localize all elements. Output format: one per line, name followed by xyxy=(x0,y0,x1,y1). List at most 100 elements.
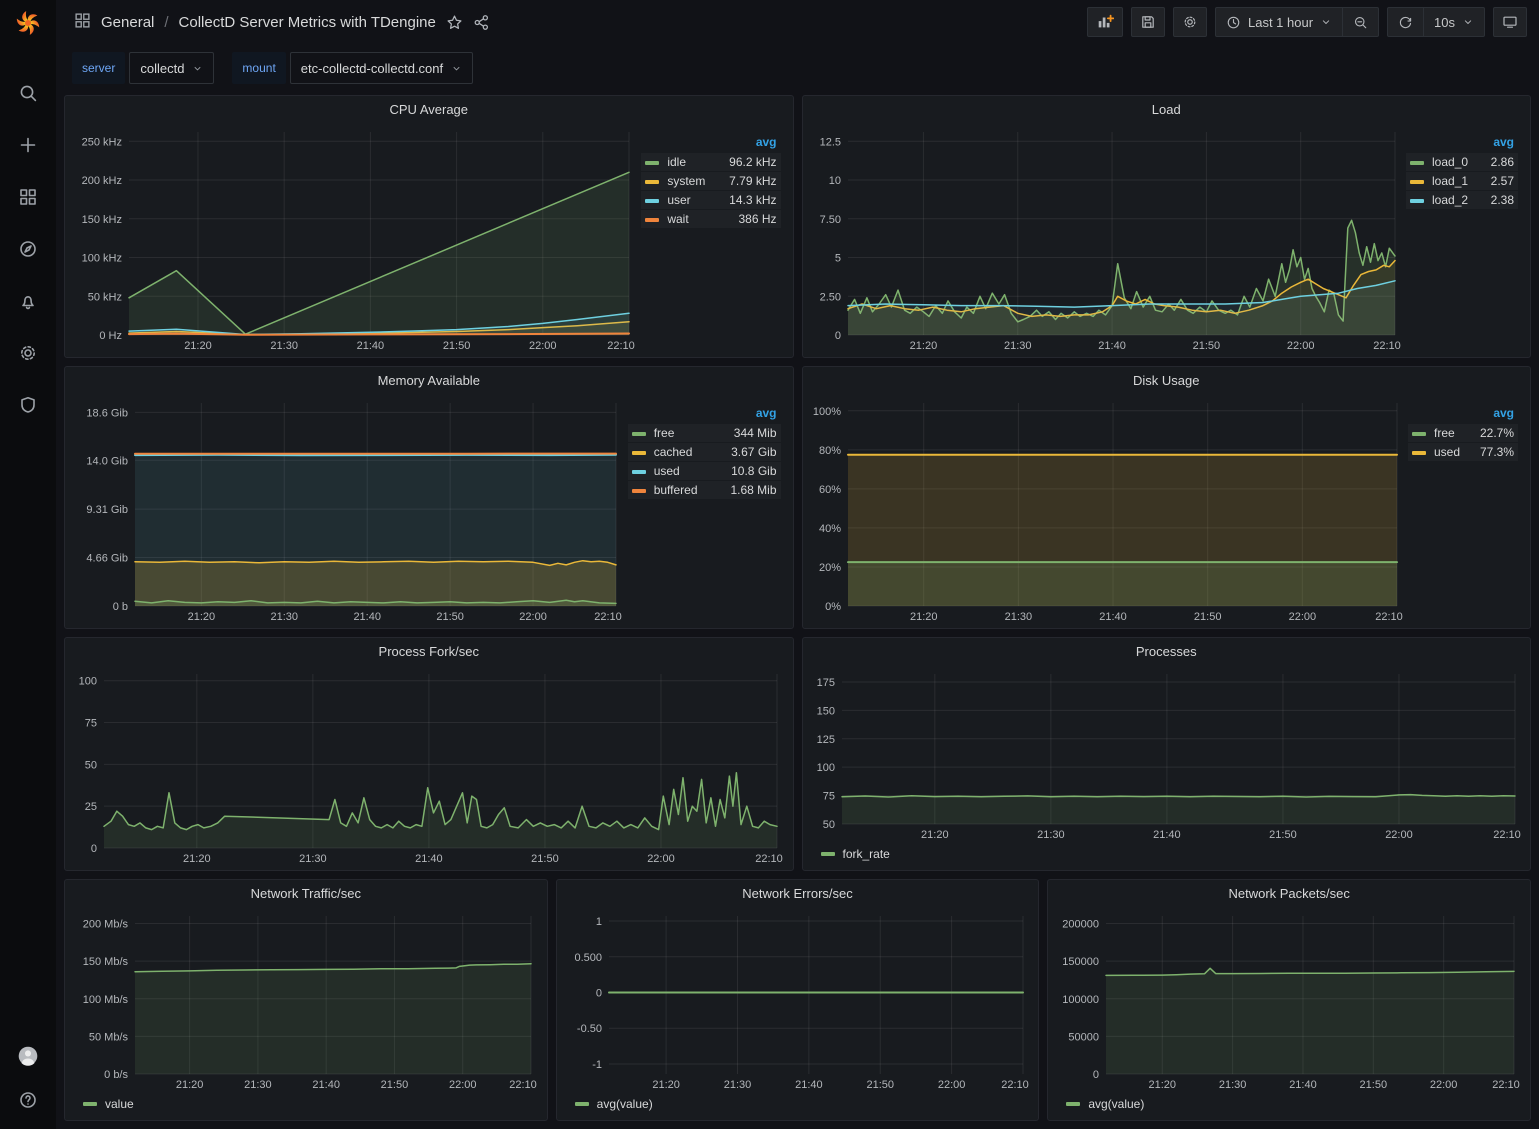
chart-plot[interactable]: 100755025021:2021:3021:4021:5022:0022:10 xyxy=(71,666,787,868)
legend-series-name[interactable]: idle xyxy=(667,155,686,169)
panel-title[interactable]: Load xyxy=(803,96,1531,124)
legend-item[interactable]: value xyxy=(83,1097,134,1111)
sidebar-item-explore[interactable] xyxy=(17,238,39,260)
legend-series-name[interactable]: used xyxy=(1434,445,1460,459)
legend-item[interactable]: used10.8 Gib xyxy=(628,462,781,480)
legend-name-cell[interactable]: free xyxy=(1408,424,1471,442)
chart-area[interactable]: 12.5107.5052.50021:2021:3021:4021:5022:0… xyxy=(809,124,1405,355)
legend-avg-header[interactable]: avg xyxy=(718,135,780,152)
legend-name-cell[interactable]: wait xyxy=(641,210,718,228)
legend-item[interactable]: avg(value) xyxy=(575,1097,653,1111)
chart-plot[interactable]: 250 kHz200 kHz150 kHz100 kHz50 kHz0 Hz21… xyxy=(71,124,639,355)
legend-name-cell[interactable]: buffered xyxy=(628,481,716,499)
legend-name-cell[interactable]: system xyxy=(641,172,718,190)
legend-name-cell[interactable]: free xyxy=(628,424,716,442)
legend-item[interactable]: wait386 Hz xyxy=(641,210,780,228)
chart-plot[interactable]: 175150125100755021:2021:3021:4021:5022:0… xyxy=(809,666,1525,844)
chart-area[interactable]: 175150125100755021:2021:3021:4021:5022:0… xyxy=(809,666,1525,844)
zoom-out-time-button[interactable] xyxy=(1342,8,1378,36)
chart-plot[interactable]: 200 Mb/s150 Mb/s100 Mb/s50 Mb/s0 b/s21:2… xyxy=(71,908,541,1094)
legend-item[interactable]: buffered1.68 Mib xyxy=(628,481,781,499)
page-title[interactable]: CollectD Server Metrics with TDengine xyxy=(179,14,436,31)
sidebar-item-help[interactable] xyxy=(17,1089,39,1111)
legend-name-cell[interactable]: cached xyxy=(628,443,716,461)
chart-plot[interactable]: 10.5000-0.50-121:2021:3021:4021:5022:002… xyxy=(563,908,1033,1094)
legend-series-name[interactable]: avg(value) xyxy=(1088,1097,1144,1111)
panel-title[interactable]: Network Errors/sec xyxy=(557,880,1039,908)
refresh-button[interactable] xyxy=(1388,8,1423,36)
legend-item[interactable]: user14.3 kHz xyxy=(641,191,780,209)
chart-area[interactable]: 100755025021:2021:3021:4021:5022:0022:10 xyxy=(71,666,787,868)
legend-item[interactable]: load_22.38 xyxy=(1406,191,1518,209)
variable-server-value[interactable]: collectd xyxy=(129,52,214,84)
add-panel-button[interactable] xyxy=(1087,7,1123,37)
variable-mount-value[interactable]: etc-collectd-collectd.conf xyxy=(290,52,473,84)
chart-plot[interactable]: 12.5107.5052.50021:2021:3021:4021:5022:0… xyxy=(809,124,1405,355)
legend-series-name[interactable]: fork_rate xyxy=(843,847,890,861)
panel-title[interactable]: Process Fork/sec xyxy=(65,638,793,666)
legend-series-name[interactable]: cached xyxy=(654,445,693,459)
legend-item[interactable]: avg(value) xyxy=(1066,1097,1144,1111)
breadcrumb-folder[interactable]: General xyxy=(101,14,154,31)
legend-series-name[interactable]: user xyxy=(667,193,690,207)
legend-series-name[interactable]: load_0 xyxy=(1432,155,1468,169)
legend-item[interactable]: load_02.86 xyxy=(1406,153,1518,171)
chart-plot[interactable]: 18.6 Gib14.0 Gib9.31 Gib4.66 Gib0 b21:20… xyxy=(71,395,626,626)
legend-name-cell[interactable]: idle xyxy=(641,153,718,171)
dashboard-settings-button[interactable] xyxy=(1173,7,1207,37)
legend-series-name[interactable]: value xyxy=(105,1097,134,1111)
legend-item[interactable]: cached3.67 Gib xyxy=(628,443,781,461)
sidebar-item-dashboards[interactable] xyxy=(17,186,39,208)
sidebar-item-configuration[interactable] xyxy=(17,342,39,364)
legend-series-name[interactable]: load_2 xyxy=(1432,193,1468,207)
chart-plot[interactable]: 20000015000010000050000021:2021:3021:402… xyxy=(1054,908,1524,1094)
chart-area[interactable]: 100%80%60%40%20%0%21:2021:3021:4021:5022… xyxy=(809,395,1407,626)
star-button[interactable] xyxy=(446,14,463,31)
panel-title[interactable]: Network Traffic/sec xyxy=(65,880,547,908)
legend-header[interactable]: avg xyxy=(628,406,781,423)
legend-name-cell[interactable]: used xyxy=(628,462,716,480)
panel-title[interactable]: Network Packets/sec xyxy=(1048,880,1530,908)
panel-title[interactable]: Disk Usage xyxy=(803,367,1531,395)
legend-header[interactable]: avg xyxy=(641,135,780,152)
legend-name-cell[interactable]: user xyxy=(641,191,718,209)
legend-item[interactable]: used77.3% xyxy=(1408,443,1518,461)
save-dashboard-button[interactable] xyxy=(1131,7,1165,37)
sidebar-item-search[interactable] xyxy=(17,82,39,104)
chart-area[interactable]: 200 Mb/s150 Mb/s100 Mb/s50 Mb/s0 b/s21:2… xyxy=(71,908,541,1094)
chart-area[interactable]: 10.5000-0.50-121:2021:3021:4021:5022:002… xyxy=(563,908,1033,1094)
legend-avg-header[interactable]: avg xyxy=(1471,406,1518,423)
sidebar-item-create[interactable] xyxy=(17,134,39,156)
legend-series-name[interactable]: wait xyxy=(667,212,688,226)
legend-avg-header[interactable]: avg xyxy=(1482,135,1518,152)
legend-series-name[interactable]: avg(value) xyxy=(597,1097,653,1111)
legend-item[interactable]: free344 Mib xyxy=(628,424,781,442)
chart-area[interactable]: 20000015000010000050000021:2021:3021:402… xyxy=(1054,908,1524,1094)
legend-item[interactable]: idle96.2 kHz xyxy=(641,153,780,171)
legend-series-name[interactable]: load_1 xyxy=(1432,174,1468,188)
legend-item[interactable]: free22.7% xyxy=(1408,424,1518,442)
panel-title[interactable]: Processes xyxy=(803,638,1531,666)
sidebar-item-profile[interactable] xyxy=(17,1045,39,1067)
chart-plot[interactable]: 100%80%60%40%20%0%21:2021:3021:4021:5022… xyxy=(809,395,1407,626)
legend-name-cell[interactable]: used xyxy=(1408,443,1471,461)
legend-name-cell[interactable]: load_1 xyxy=(1406,172,1482,190)
legend-header[interactable]: avg xyxy=(1408,406,1518,423)
time-range-picker[interactable]: Last 1 hour xyxy=(1216,8,1342,36)
legend-item[interactable]: system7.79 kHz xyxy=(641,172,780,190)
legend-item[interactable]: fork_rate xyxy=(821,847,890,861)
legend-series-name[interactable]: free xyxy=(1434,426,1455,440)
share-button[interactable] xyxy=(473,14,490,31)
sidebar-item-server-admin[interactable] xyxy=(17,394,39,416)
legend-name-cell[interactable]: load_2 xyxy=(1406,191,1482,209)
legend-header[interactable]: avg xyxy=(1406,135,1518,152)
legend-series-name[interactable]: buffered xyxy=(654,483,698,497)
legend-series-name[interactable]: used xyxy=(654,464,680,478)
panel-title[interactable]: Memory Available xyxy=(65,367,793,395)
panel-title[interactable]: CPU Average xyxy=(65,96,793,124)
legend-name-cell[interactable]: load_0 xyxy=(1406,153,1482,171)
chart-area[interactable]: 18.6 Gib14.0 Gib9.31 Gib4.66 Gib0 b21:20… xyxy=(71,395,626,626)
kiosk-mode-button[interactable] xyxy=(1493,7,1527,37)
chart-area[interactable]: 250 kHz200 kHz150 kHz100 kHz50 kHz0 Hz21… xyxy=(71,124,639,355)
legend-item[interactable]: load_12.57 xyxy=(1406,172,1518,190)
